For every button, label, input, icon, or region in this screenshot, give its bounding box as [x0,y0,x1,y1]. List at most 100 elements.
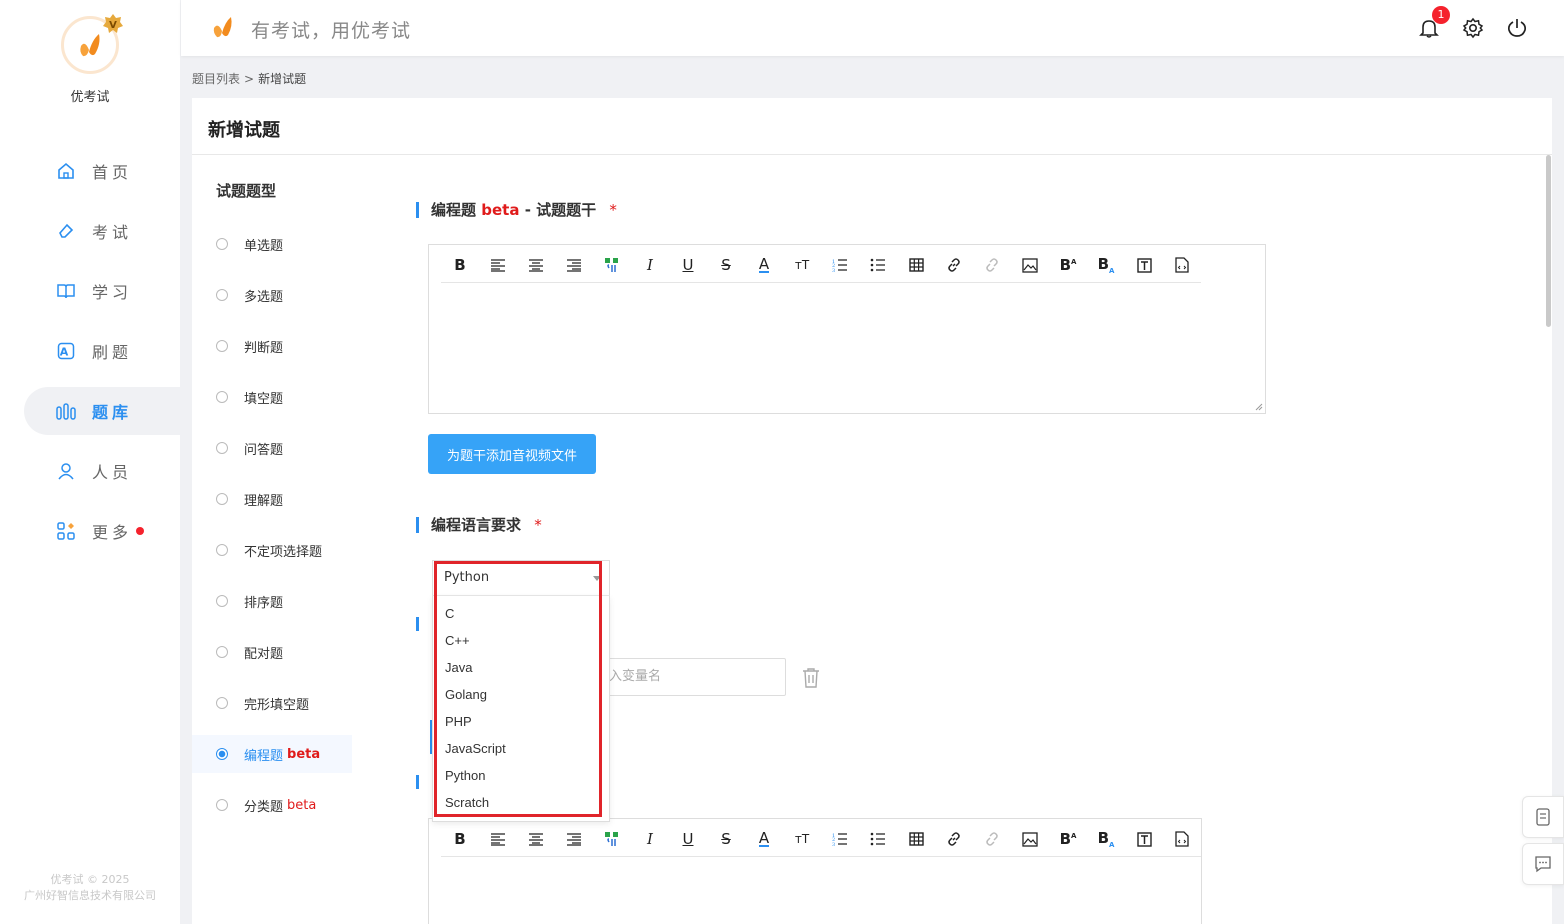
highlight-box [434,561,602,817]
type-radio-judge[interactable]: 判断题 [192,327,352,365]
align-right-icon[interactable] [555,253,593,277]
notes-float-button[interactable] [1522,796,1564,838]
bold-icon[interactable]: B [441,253,479,277]
link-icon[interactable] [935,253,973,277]
unlink-icon[interactable] [973,827,1011,851]
home-icon [56,161,76,181]
type-radio-comprehension[interactable]: 理解题 [192,480,352,518]
required-mark: * [534,516,542,534]
image-icon[interactable] [1011,253,1049,277]
font-color-icon[interactable]: A [745,827,783,851]
vip-badge-icon: V [103,14,123,33]
practice-icon: A [56,341,76,361]
underline-icon[interactable]: U [669,253,707,277]
align-left-icon[interactable] [479,827,517,851]
type-radio-indefinite[interactable]: 不定项选择题 [192,531,352,569]
answer-editor[interactable]: B I U S AтT 1 2 3 BA BA [428,818,1202,924]
radio-icon [216,391,228,403]
ordered-list-icon[interactable]: 123 [821,827,859,851]
unordered-list-icon[interactable] [859,253,897,277]
type-radio-multiple[interactable]: 多选题 [192,276,352,314]
font-size-icon[interactable]: тT [783,253,821,277]
align-center-icon[interactable] [517,253,555,277]
unordered-list-icon[interactable] [859,827,897,851]
type-radio-programming[interactable]: 编程题 beta [192,735,352,773]
add-media-button[interactable]: 为题干添加音视频文件 [428,434,596,474]
eraser-icon [56,221,76,241]
subscript-icon[interactable]: BA [1087,827,1125,851]
link-icon[interactable] [935,827,973,851]
beta-tag: beta [481,201,520,219]
section-title-text: 编程语言要求 [431,516,522,534]
image-icon[interactable] [1011,827,1049,851]
table-icon[interactable] [897,827,935,851]
ordered-list-icon[interactable]: 123 [821,253,859,277]
trash-icon[interactable] [800,666,822,690]
editor-toolbar: B I U S AтT 1 2 3 BA BA [441,253,1201,283]
radio-icon [216,697,228,709]
nav-item-home[interactable]: 首页 [24,147,180,195]
user-icon [56,461,76,481]
subscript-icon[interactable]: BA [1087,253,1125,277]
align-left-icon[interactable] [479,253,517,277]
gear-icon[interactable] [1462,17,1484,39]
table-icon[interactable] [897,253,935,277]
align-right-icon[interactable] [555,827,593,851]
app-logo[interactable]: V [61,14,123,74]
nav-item-exam[interactable]: 考试 [24,207,180,255]
type-label: 分类题 [244,799,284,815]
text-box-icon[interactable] [1125,827,1163,851]
section-title-text: - 试题题干 [524,201,597,219]
italic-icon[interactable]: I [631,253,669,277]
type-radio-sort[interactable]: 排序题 [192,582,352,620]
editor-toolbar: B I U S AтT 1 2 3 BA BA [441,827,1201,857]
strikethrough-icon[interactable]: S [707,253,745,277]
nav-item-question-bank[interactable]: 题库 [24,387,180,435]
format-painter-icon[interactable] [593,827,631,851]
type-radio-qa[interactable]: 问答题 [192,429,352,467]
format-painter-icon[interactable] [593,253,631,277]
type-radio-cloze[interactable]: 完形填空题 [192,684,352,722]
nav-item-study[interactable]: 学习 [24,267,180,315]
resize-handle-icon[interactable] [1255,403,1263,411]
slogan: 有考试，用优考试 [251,20,412,42]
section-title-text: 编程题 [431,201,477,219]
stem-editor[interactable]: B I U S AтT 1 2 3 BA BA [428,244,1266,414]
app-name: 优考试 [70,90,110,105]
code-file-icon[interactable] [1163,253,1201,277]
topbar: 有考试，用优考试 [181,0,1564,56]
sidebar: V 优考试 首页 考试 学习 A 刷题 题库 人员 更多 优考试 © 2025 … [0,0,180,924]
variable-name-input[interactable]: 入变量名 [596,658,786,696]
align-center-icon[interactable] [517,827,555,851]
bold-icon[interactable]: B [441,827,479,851]
font-size-icon[interactable]: тT [783,827,821,851]
leaf-logo-icon [213,17,232,38]
font-color-icon[interactable]: A [745,253,783,277]
language-section-title: 编程语言要求 * [416,517,542,533]
power-icon[interactable] [1506,17,1528,39]
strikethrough-icon[interactable]: S [707,827,745,851]
nav-item-people[interactable]: 人员 [24,447,180,495]
chat-icon [1535,856,1551,873]
text-box-icon[interactable] [1125,253,1163,277]
italic-icon[interactable]: I [631,827,669,851]
book-icon [56,281,76,301]
type-radio-match[interactable]: 配对题 [192,633,352,671]
type-label: 配对题 [244,646,284,662]
superscript-icon[interactable]: BA [1049,253,1087,277]
code-file-icon[interactable] [1163,827,1201,851]
type-radio-classify[interactable]: 分类题 beta [192,786,352,824]
scrollbar[interactable] [1546,155,1551,327]
superscript-icon[interactable]: BA [1049,827,1087,851]
nav-item-practice[interactable]: A 刷题 [24,327,180,375]
type-radio-single[interactable]: 单选题 [192,225,352,263]
breadcrumb-separator: > [244,72,255,86]
type-label: 理解题 [244,493,284,509]
underline-icon[interactable]: U [669,827,707,851]
unlink-icon[interactable] [973,253,1011,277]
type-radio-fill[interactable]: 填空题 [192,378,352,416]
breadcrumb-link[interactable]: 题目列表 [192,72,240,86]
chat-float-button[interactable] [1522,843,1564,885]
radio-icon [216,544,228,556]
nav-item-more[interactable]: 更多 [24,507,180,555]
